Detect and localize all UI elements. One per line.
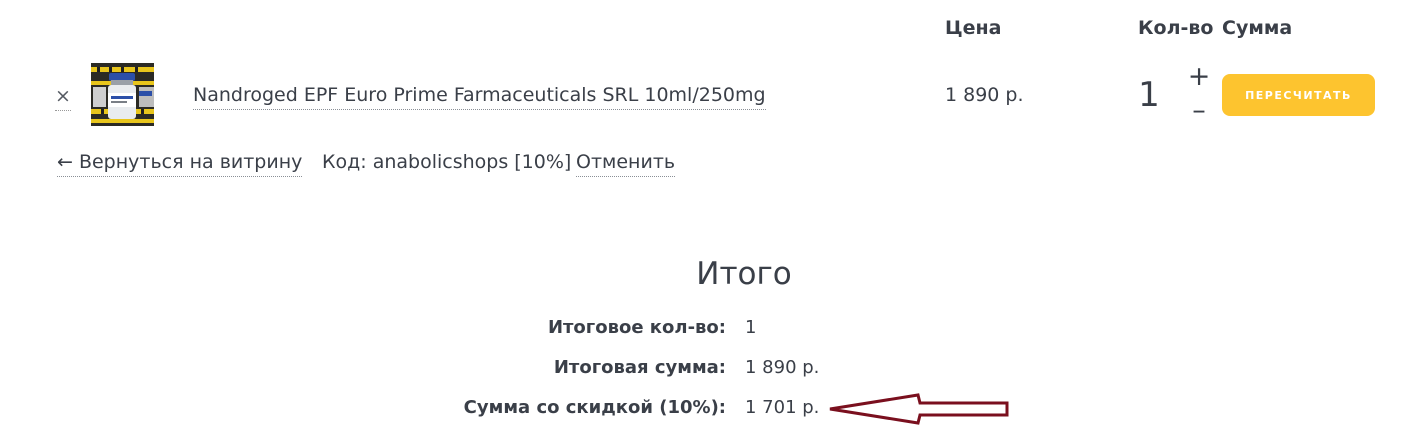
discounted-sum-value: 1 701 р. bbox=[745, 397, 820, 418]
quantity-decrease-button[interactable]: – bbox=[1187, 97, 1211, 125]
column-header-quantity: Кол-во bbox=[1138, 17, 1214, 39]
remove-item-button[interactable]: × bbox=[55, 82, 71, 111]
column-header-sum: Сумма bbox=[1222, 17, 1293, 39]
cancel-coupon-link[interactable]: Отменить bbox=[576, 148, 676, 177]
annotation-arrow-icon bbox=[829, 393, 1009, 425]
vial-photo-icon bbox=[91, 63, 154, 126]
quantity-increase-button[interactable]: + bbox=[1187, 63, 1211, 91]
quantity-input[interactable] bbox=[1128, 72, 1170, 118]
total-quantity-value: 1 bbox=[745, 317, 757, 338]
item-price: 1 890 р. bbox=[945, 84, 1024, 106]
discounted-sum-label: Сумма со скидкой (10%): bbox=[463, 397, 726, 418]
total-quantity-label: Итоговое кол-во: bbox=[547, 317, 726, 338]
back-to-store-link[interactable]: ← Вернуться на витрину bbox=[57, 148, 303, 177]
total-sum-label: Итоговая сумма: bbox=[553, 357, 726, 378]
product-thumbnail[interactable] bbox=[91, 63, 154, 126]
column-header-price: Цена bbox=[945, 17, 1002, 39]
total-sum-value: 1 890 р. bbox=[745, 357, 820, 378]
recalculate-button[interactable]: ПЕРЕСЧИТАТЬ bbox=[1222, 74, 1375, 116]
totals-title: Итого bbox=[696, 256, 792, 292]
coupon-code-text: Код: anabolicshops [10%] bbox=[322, 151, 572, 173]
product-name-link[interactable]: Nandroged EPF Euro Prime Farmaceuticals … bbox=[193, 81, 766, 110]
